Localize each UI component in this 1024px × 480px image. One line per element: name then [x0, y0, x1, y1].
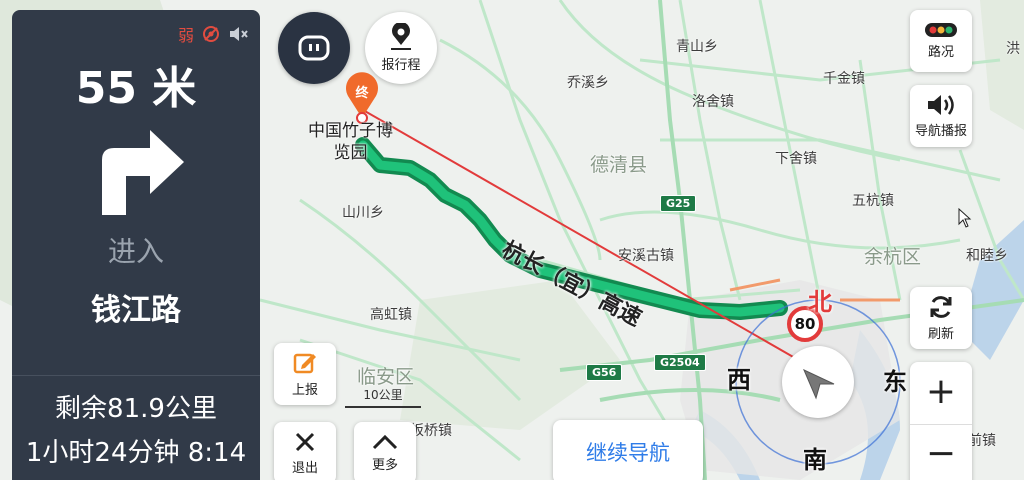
place-label: 高虹镇	[370, 307, 412, 323]
refresh-icon	[930, 296, 952, 318]
upload-label: 上报	[291, 383, 318, 398]
place-label: 山川乡	[342, 205, 384, 221]
voice-broadcast-button[interactable]: 导航播报	[910, 85, 972, 147]
place-label: 青山乡	[676, 39, 718, 55]
status-bar: 弱	[178, 22, 248, 46]
mute-icon[interactable]	[228, 25, 248, 43]
refresh-label: 刷新	[927, 327, 954, 342]
traffic-light-icon	[925, 23, 957, 37]
place-label: 五杭镇	[852, 193, 894, 209]
vehicle-position[interactable]	[782, 346, 854, 418]
place-label: 安溪古镇	[618, 248, 674, 264]
traffic-label: 路况	[927, 45, 954, 60]
voice-assistant-button[interactable]	[278, 12, 350, 84]
location-pin-icon	[391, 23, 411, 50]
remaining-distance: 剩余81.9公里	[55, 394, 217, 424]
refresh-button[interactable]: 刷新	[910, 287, 972, 349]
report-trip-button[interactable]: 报行程	[365, 12, 437, 84]
turn-guidance-panel: 弱 55 米 进入 钱江路 剩余81.9公里 1小时24分钟 8:14	[12, 10, 260, 480]
zoom-controls: + −	[910, 362, 972, 480]
compass-north: 北	[808, 288, 832, 316]
place-label: 板桥镇	[410, 423, 452, 439]
voice-label: 导航播报	[914, 124, 967, 139]
more-label: 更多	[371, 458, 398, 473]
map-scale: 10公里	[345, 386, 421, 408]
highway-shield: G2504	[654, 354, 706, 371]
speaker-icon	[928, 95, 954, 115]
gps-signal-icon	[203, 26, 219, 42]
exit-label: 退出	[291, 461, 318, 476]
maneuver-action: 进入	[107, 235, 164, 268]
highway-shield: G25	[660, 195, 697, 212]
navigation-arrow-icon	[803, 368, 835, 400]
destination-label: 中国竹子博 览园	[308, 121, 393, 163]
exit-navigation-button[interactable]: 退出	[274, 422, 336, 480]
divider	[12, 375, 260, 376]
next-road-name: 钱江路	[91, 293, 181, 328]
turn-right-icon	[102, 130, 184, 215]
more-options-button[interactable]: 更多	[354, 422, 416, 480]
remaining-time: 1小时24分钟 8:14	[25, 438, 247, 468]
compass-east: 东	[883, 368, 907, 396]
continue-navigation-button[interactable]: 继续导航	[553, 420, 703, 480]
zoom-out-button[interactable]: −	[910, 424, 972, 480]
highway-shield: G56	[586, 364, 623, 381]
place-label: 千金镇	[823, 71, 865, 87]
distance-to-turn: 55 米	[75, 63, 197, 114]
zoom-in-button[interactable]: +	[910, 362, 972, 420]
place-label: 前镇	[968, 433, 996, 449]
place-label: 乔溪乡	[567, 75, 609, 91]
place-label: 下舍镇	[775, 151, 817, 167]
place-label: 和睦乡	[966, 248, 1008, 264]
report-trip-label: 报行程	[381, 58, 421, 73]
edit-report-icon	[293, 353, 316, 374]
close-icon	[295, 432, 315, 452]
chevron-up-icon	[372, 434, 398, 450]
assistant-icon	[298, 35, 330, 61]
traffic-button[interactable]: 路况	[910, 10, 972, 72]
place-label: 洛舍镇	[692, 94, 734, 110]
place-label: 临安区	[357, 366, 415, 388]
place-label: 余杭区	[864, 246, 922, 268]
upload-report-button[interactable]: 上报	[274, 343, 336, 405]
place-label: 德清县	[590, 154, 648, 176]
compass-south: 南	[803, 446, 827, 474]
mouse-cursor-icon	[958, 208, 972, 228]
place-label: 洪	[1006, 41, 1020, 57]
destination-marker-label: 终	[355, 86, 369, 101]
compass-west: 西	[727, 366, 751, 394]
signal-weak-label: 弱	[177, 26, 194, 45]
